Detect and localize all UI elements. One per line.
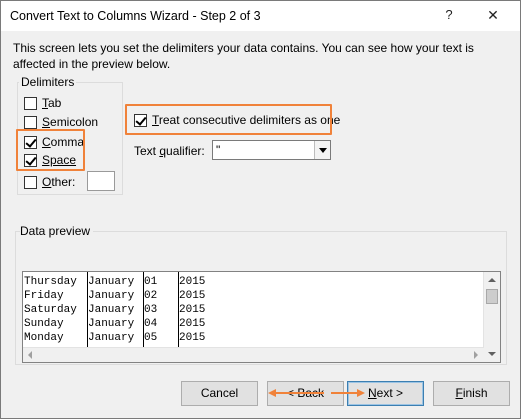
back-arrow-icon — [268, 389, 276, 397]
comma-space-highlight — [16, 129, 85, 171]
data-preview-frame[interactable]: Thursday January 01 2015 Friday January … — [22, 271, 501, 363]
other-checkbox-row[interactable]: Other: — [24, 174, 75, 190]
finish-button[interactable]: Finish — [433, 381, 510, 406]
back-arrow-line — [274, 392, 324, 394]
other-delimiter-input[interactable] — [87, 171, 115, 191]
preview-cell: 2015 — [179, 276, 206, 288]
intro-text: This screen lets you set the delimiters … — [13, 41, 474, 71]
preview-cell: 03 — [144, 304, 158, 316]
preview-cell: Sunday — [24, 318, 84, 330]
preview-cell: 2015 — [179, 304, 206, 316]
preview-cell: 05 — [144, 332, 158, 344]
preview-cell: Thursday — [24, 276, 84, 288]
scroll-left-icon[interactable] — [23, 348, 39, 362]
scroll-thumb[interactable] — [486, 289, 498, 304]
preview-cell: January — [88, 332, 135, 344]
text-qualifier-select[interactable]: " — [212, 140, 331, 160]
close-icon[interactable]: ✕ — [481, 5, 505, 25]
cancel-button[interactable]: Cancel — [181, 381, 258, 406]
preview-cell: 02 — [144, 290, 158, 302]
consecutive-highlight — [125, 104, 332, 135]
next-arrow-line — [331, 392, 359, 394]
tab-checkbox-row[interactable]: Tab — [24, 95, 61, 111]
scroll-down-icon[interactable] — [484, 346, 500, 362]
next-arrow-icon — [357, 389, 365, 397]
preview-cell: January — [88, 318, 135, 330]
text-qualifier-label: Text qualifier: — [134, 144, 205, 158]
help-icon[interactable]: ? — [439, 6, 459, 24]
semicolon-checkbox[interactable] — [24, 115, 37, 129]
wizard-dialog: Convert Text to Columns Wizard - Step 2 … — [0, 0, 521, 419]
column-separator[interactable] — [143, 272, 144, 347]
vertical-scrollbar[interactable] — [483, 272, 500, 362]
preview-cell: 2015 — [179, 318, 206, 330]
preview-cell: January — [88, 276, 135, 288]
scroll-right-icon[interactable] — [468, 348, 484, 362]
preview-cell: 2015 — [179, 332, 206, 344]
scroll-up-icon[interactable] — [484, 272, 500, 288]
preview-cell: 04 — [144, 318, 158, 330]
horizontal-scrollbar[interactable] — [23, 347, 484, 362]
preview-cell: January — [88, 290, 135, 302]
tab-label: Tab — [42, 96, 62, 110]
preview-cell: Monday — [24, 332, 84, 344]
semicolon-checkbox-row[interactable]: Semicolon — [24, 114, 98, 130]
semicolon-label: Semicolon — [42, 115, 99, 129]
chevron-down-icon[interactable] — [314, 141, 330, 159]
other-checkbox[interactable] — [24, 175, 37, 189]
window-title: Convert Text to Columns Wizard - Step 2 … — [10, 9, 261, 23]
preview-cell: January — [88, 304, 135, 316]
tab-checkbox[interactable] — [24, 96, 37, 110]
data-preview-label: Data preview — [20, 224, 94, 238]
title-bar[interactable]: Convert Text to Columns Wizard - Step 2 … — [1, 1, 520, 31]
delimiters-legend: Delimiters — [19, 75, 77, 89]
column-separator[interactable] — [178, 272, 179, 347]
other-label: Other: — [42, 175, 76, 189]
text-qualifier-value: " — [216, 143, 221, 157]
preview-cell: 01 — [144, 276, 158, 288]
preview-cell: Friday — [24, 290, 84, 302]
preview-cell: Saturday — [24, 304, 84, 316]
column-separator[interactable] — [87, 272, 88, 347]
preview-cell: 2015 — [179, 290, 206, 302]
